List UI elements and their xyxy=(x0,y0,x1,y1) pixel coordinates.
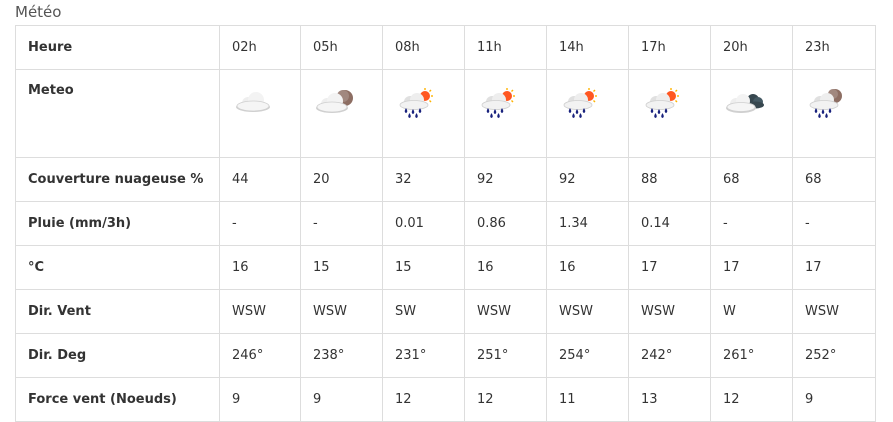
table-cell: 261° xyxy=(710,333,793,378)
table-cell: WSW xyxy=(628,289,711,334)
table-cell: 32 xyxy=(382,157,465,202)
table-row-pluie: Pluie (mm/3h) - - 0.01 0.86 1.34 0.14 - … xyxy=(15,201,876,246)
hour-cell: 17h xyxy=(628,25,711,70)
table-cell: WSW xyxy=(300,289,383,334)
hour-cell: 14h xyxy=(546,25,629,70)
cloud-icon xyxy=(232,70,274,127)
table-cell: 252° xyxy=(792,333,876,378)
table-cell: - xyxy=(219,201,301,246)
table-cell: WSW xyxy=(464,289,547,334)
table-cell: 12 xyxy=(710,377,793,422)
table-cell: - xyxy=(710,201,793,246)
table-cell: 92 xyxy=(546,157,629,202)
meteo-cell xyxy=(300,69,383,158)
table-cell: 231° xyxy=(382,333,465,378)
rain-sun-icon xyxy=(559,70,601,127)
row-label-dir-vent: Dir. Vent xyxy=(15,289,220,334)
table-cell: 12 xyxy=(382,377,465,422)
table-cell: 16 xyxy=(219,245,301,290)
table-cell: 13 xyxy=(628,377,711,422)
table-cell: 0.14 xyxy=(628,201,711,246)
table-cell: 17 xyxy=(710,245,793,290)
weather-table: Heure 02h 05h 08h 11h 14h 17h 20h 23h Me… xyxy=(15,25,876,422)
table-cell: 0.01 xyxy=(382,201,465,246)
dark-cloud-icon xyxy=(723,70,765,127)
rain-sun-icon xyxy=(477,70,519,127)
rain-sun-icon xyxy=(395,70,437,127)
table-cell: 17 xyxy=(628,245,711,290)
hour-cell: 05h xyxy=(300,25,383,70)
row-label-force-vent: Force vent (Noeuds) xyxy=(15,377,220,422)
table-cell: 16 xyxy=(464,245,547,290)
table-cell: WSW xyxy=(792,289,876,334)
table-cell: 242° xyxy=(628,333,711,378)
meteo-cell xyxy=(219,69,301,158)
table-cell: 16 xyxy=(546,245,629,290)
row-label-dir-deg: Dir. Deg xyxy=(15,333,220,378)
meteo-cell xyxy=(792,69,876,158)
table-row-heure: Heure 02h 05h 08h 11h 14h 17h 20h 23h xyxy=(15,25,876,70)
table-cell: - xyxy=(792,201,876,246)
cloud-moon-icon xyxy=(313,70,355,127)
section-title: Météo xyxy=(15,3,62,21)
table-cell: 68 xyxy=(792,157,876,202)
table-cell: 0.86 xyxy=(464,201,547,246)
table-cell: 9 xyxy=(792,377,876,422)
hour-cell: 20h xyxy=(710,25,793,70)
hour-cell: 02h xyxy=(219,25,301,70)
meteo-cell xyxy=(628,69,711,158)
table-cell: - xyxy=(300,201,383,246)
hour-cell: 08h xyxy=(382,25,465,70)
table-row-force-vent: Force vent (Noeuds) 9 9 12 12 11 13 12 9 xyxy=(15,377,876,422)
table-row-dir-deg: Dir. Deg 246° 238° 231° 251° 254° 242° 2… xyxy=(15,333,876,378)
table-cell: 15 xyxy=(300,245,383,290)
table-cell: WSW xyxy=(546,289,629,334)
row-label-heure: Heure xyxy=(15,25,220,70)
table-cell: 12 xyxy=(464,377,547,422)
table-cell: 9 xyxy=(219,377,301,422)
table-cell: WSW xyxy=(219,289,301,334)
meteo-cell xyxy=(710,69,793,158)
table-cell: 17 xyxy=(792,245,876,290)
table-cell: 254° xyxy=(546,333,629,378)
hour-cell: 23h xyxy=(792,25,876,70)
table-cell: SW xyxy=(382,289,465,334)
row-label-temperature: °C xyxy=(15,245,220,290)
table-row-couverture: Couverture nuageuse % 44 20 32 92 92 88 … xyxy=(15,157,876,202)
table-cell: 238° xyxy=(300,333,383,378)
table-cell: 1.34 xyxy=(546,201,629,246)
meteo-cell xyxy=(464,69,547,158)
table-cell: 92 xyxy=(464,157,547,202)
table-cell: 15 xyxy=(382,245,465,290)
table-cell: 20 xyxy=(300,157,383,202)
table-cell: 251° xyxy=(464,333,547,378)
rain-sun-icon xyxy=(641,70,683,127)
meteo-cell xyxy=(546,69,629,158)
table-cell: W xyxy=(710,289,793,334)
table-cell: 9 xyxy=(300,377,383,422)
rain-moon-icon xyxy=(805,70,847,127)
table-cell: 68 xyxy=(710,157,793,202)
table-cell: 44 xyxy=(219,157,301,202)
hour-cell: 11h xyxy=(464,25,547,70)
table-row-dir-vent: Dir. Vent WSW WSW SW WSW WSW WSW W WSW xyxy=(15,289,876,334)
meteo-cell xyxy=(382,69,465,158)
table-cell: 88 xyxy=(628,157,711,202)
table-row-temperature: °C 16 15 15 16 16 17 17 17 xyxy=(15,245,876,290)
row-label-pluie: Pluie (mm/3h) xyxy=(15,201,220,246)
table-cell: 246° xyxy=(219,333,301,378)
table-row-meteo: Meteo xyxy=(15,69,876,158)
row-label-couverture: Couverture nuageuse % xyxy=(15,157,220,202)
table-cell: 11 xyxy=(546,377,629,422)
row-label-meteo: Meteo xyxy=(15,69,220,158)
